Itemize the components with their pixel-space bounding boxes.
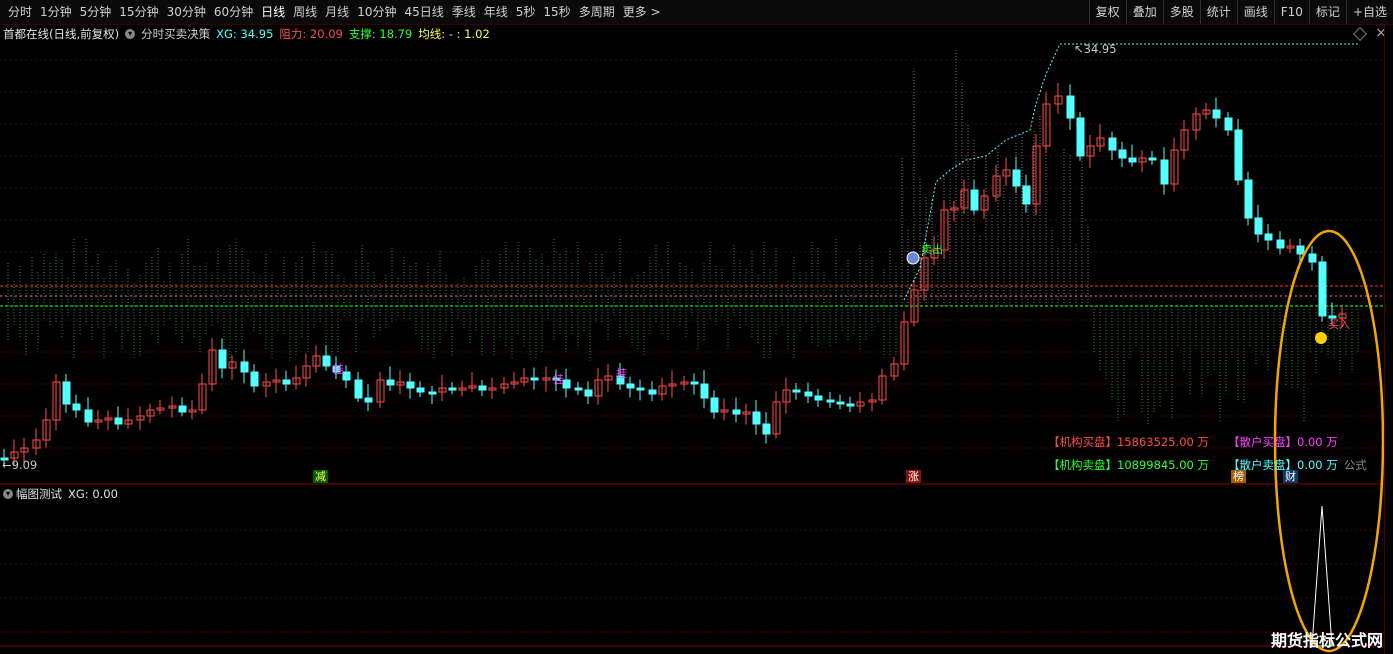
- xg-step-line: [903, 43, 1360, 301]
- candle-body-60: [626, 383, 635, 389]
- candle-body-73: [762, 423, 771, 435]
- candle-body-17: [178, 405, 187, 413]
- sub-indicator-name[interactable]: 幅图测试: [16, 486, 62, 502]
- candle-body-24: [250, 371, 259, 387]
- candle-body-117: [1224, 117, 1233, 131]
- candle-body-34: [354, 379, 363, 399]
- sub-spike: [1311, 505, 1333, 647]
- inst-sell-label: 【机构卖盘】: [1048, 458, 1117, 472]
- inst-sell-value: 10899845.00 万: [1117, 458, 1209, 472]
- candle-body-39: [406, 381, 415, 389]
- candle-body-102: [1066, 95, 1075, 119]
- candle-body-23: [240, 361, 249, 373]
- candle-body-121: [1264, 233, 1273, 241]
- retail-sell-value: 0.00 万: [1297, 458, 1338, 472]
- candle-body-6: [62, 381, 71, 405]
- candle-body-31: [322, 355, 331, 367]
- tag-gua-1: 挂: [333, 363, 344, 376]
- candle-body-40: [416, 387, 425, 393]
- retail-buy-label: 【散户买盘】: [1228, 435, 1297, 449]
- retail-buy-value: 0.00 万: [1297, 435, 1338, 449]
- candle-body-111: [1160, 159, 1169, 185]
- signal-dot-icon: [906, 251, 920, 265]
- candle-body-103: [1076, 117, 1085, 157]
- candle-body-80: [836, 401, 845, 405]
- candle-body-126: [1318, 261, 1327, 317]
- tag-zhang[interactable]: 涨: [906, 470, 921, 483]
- tag-bang[interactable]: 榜: [1231, 470, 1246, 483]
- candle-body-125: [1308, 253, 1317, 263]
- sell-signal-label: 卖出: [921, 243, 943, 256]
- candle-body-62: [648, 389, 657, 395]
- candle-body-98: [1022, 185, 1031, 205]
- candle-body-43: [448, 387, 457, 391]
- candle-body-27: [282, 379, 291, 385]
- candle-body-37: [386, 379, 395, 386]
- high-price-value: 34.95: [1083, 42, 1117, 56]
- candle-body-78: [814, 395, 823, 401]
- candle-body-21: [218, 349, 227, 369]
- right-edge-line: [1384, 24, 1385, 654]
- retail-buy-stat: 【散户买盘】0.00 万: [1228, 434, 1338, 450]
- inst-sell-stat: 【机构卖盘】10899845.00 万: [1048, 457, 1209, 473]
- candle-body-118: [1234, 129, 1243, 181]
- watermark-text: 期货指标公式网: [1270, 631, 1383, 650]
- candle-body-107: [1118, 149, 1127, 159]
- candle-body-72: [752, 411, 761, 425]
- candle-body-77: [804, 391, 813, 397]
- inst-buy-value: 15863525.00 万: [1117, 435, 1209, 449]
- candle-body-110: [1148, 157, 1157, 161]
- candle-body-55: [574, 387, 583, 391]
- formula-text: 公式: [1343, 458, 1367, 472]
- candle-body-79: [826, 399, 835, 403]
- buy-signal-label: 买入: [1328, 318, 1350, 331]
- candle-body-68: [710, 397, 719, 413]
- low-price-arrow: ←: [2, 458, 12, 472]
- tag-gua-2: 挂: [553, 373, 564, 386]
- low-price-mark: ←9.09: [2, 458, 37, 472]
- candle-body-11: [114, 417, 123, 425]
- candle-body-66: [690, 381, 699, 385]
- candle-body-76: [792, 389, 801, 393]
- candle-body-120: [1254, 217, 1263, 235]
- tag-jian[interactable]: 减: [313, 470, 328, 483]
- candle-body-56: [584, 389, 593, 397]
- inst-buy-label: 【机构买盘】: [1048, 435, 1117, 449]
- candle-body-122: [1276, 239, 1285, 249]
- candle-body-7: [72, 403, 81, 411]
- inst-buy-stat: 【机构买盘】15863525.00 万: [1048, 434, 1209, 450]
- candle-body-108: [1128, 157, 1137, 163]
- tag-gua-3: 挂: [616, 367, 627, 380]
- sub-xg-value: XG: 0.00: [68, 487, 118, 501]
- candle-body-35: [364, 397, 373, 403]
- candle-body-41: [428, 391, 437, 395]
- candle-body-124: [1296, 245, 1305, 255]
- candle-body-70: [732, 409, 741, 415]
- candle-body-81: [846, 403, 855, 407]
- sub-toggle-icon[interactable]: ▾: [3, 489, 13, 499]
- sub-panel-title: ▾ 幅图测试 XG: 0.00: [3, 486, 118, 502]
- candle-body-116: [1212, 109, 1221, 119]
- tag-cai[interactable]: 财: [1283, 470, 1298, 483]
- candle-body-67: [700, 383, 709, 399]
- kline-chart[interactable]: [0, 0, 1393, 654]
- candle-body-46: [478, 385, 487, 391]
- candle-body-61: [636, 387, 645, 391]
- candle-body-8: [84, 409, 93, 423]
- low-price-value: 9.09: [11, 458, 38, 472]
- candle-body-51: [530, 377, 539, 381]
- candle-body-106: [1108, 137, 1117, 151]
- candle-body-97: [1012, 169, 1021, 187]
- candle-body-119: [1244, 179, 1253, 219]
- candle-body-93: [970, 189, 979, 211]
- smiley-icon: [1315, 332, 1327, 344]
- high-price-arrow: ↖: [1074, 42, 1084, 56]
- high-price-mark: ↖34.95: [1074, 42, 1117, 56]
